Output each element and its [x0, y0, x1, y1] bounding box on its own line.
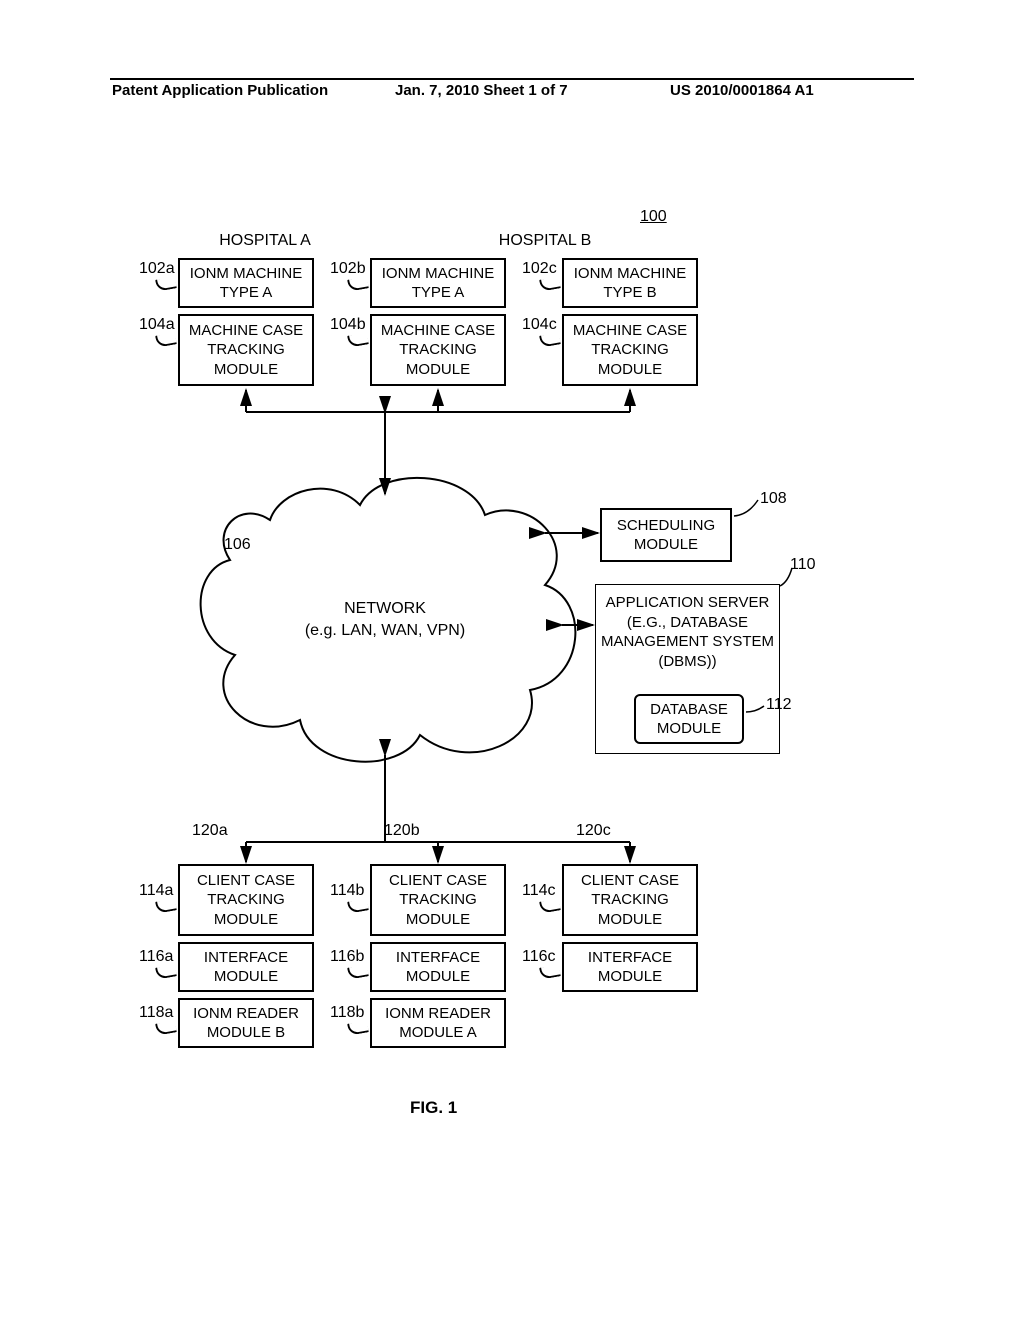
interface-b: INTERFACEMODULE — [370, 942, 506, 992]
scheduling-module: SCHEDULINGMODULE — [600, 508, 732, 562]
tick-114a — [155, 898, 177, 913]
page: Patent Application Publication Jan. 7, 2… — [0, 0, 1024, 1320]
tick-104c — [539, 332, 561, 347]
machine-track-c: MACHINE CASETRACKINGMODULE — [562, 314, 698, 386]
tick-102b — [347, 276, 369, 291]
interface-a: INTERFACEMODULE — [178, 942, 314, 992]
ref-116a: 116a — [139, 948, 173, 966]
tick-116c — [539, 964, 561, 979]
ref-100: 100 — [640, 208, 667, 226]
tick-116a — [155, 964, 177, 979]
ionm-machine-a: IONM MACHINETYPE A — [178, 258, 314, 308]
tick-114b — [347, 898, 369, 913]
client-track-b: CLIENT CASETRACKINGMODULE — [370, 864, 506, 936]
ref-120a: 120a — [192, 822, 228, 840]
client-track-a: CLIENT CASETRACKINGMODULE — [178, 864, 314, 936]
ref-108: 108 — [760, 490, 787, 508]
tick-114c — [539, 898, 561, 913]
ref-104c: 104c — [522, 316, 557, 334]
tick-104b — [347, 332, 369, 347]
ref-114b: 114b — [330, 882, 364, 900]
ionm-machine-c: IONM MACHINETYPE B — [562, 258, 698, 308]
header-right: US 2010/0001864 A1 — [670, 82, 814, 99]
ref-120c: 120c — [576, 822, 611, 840]
tick-102c — [539, 276, 561, 291]
header-rule — [110, 78, 914, 80]
reader-a: IONM READERMODULE B — [178, 998, 314, 1048]
reader-b: IONM READERMODULE A — [370, 998, 506, 1048]
ref-102a: 102a — [139, 260, 175, 278]
figure-caption: FIG. 1 — [410, 1098, 457, 1118]
ref-118b: 118b — [330, 1004, 364, 1022]
ref-104b: 104b — [330, 316, 366, 334]
app-server-text: APPLICATION SERVER(E.G., DATABASEMANAGEM… — [601, 593, 774, 671]
ref-118a: 118a — [139, 1004, 173, 1022]
hospital-b-label: HOSPITAL B — [490, 232, 600, 250]
tick-118b — [347, 1020, 369, 1035]
ref-102c: 102c — [522, 260, 557, 278]
ref-116c: 116c — [522, 948, 556, 966]
ref-110: 110 — [790, 556, 816, 574]
tick-116b — [347, 964, 369, 979]
diagram-overlay — [0, 0, 1024, 1320]
machine-track-a: MACHINE CASETRACKINGMODULE — [178, 314, 314, 386]
ref-116b: 116b — [330, 948, 364, 966]
machine-track-b: MACHINE CASETRACKINGMODULE — [370, 314, 506, 386]
ionm-machine-b: IONM MACHINETYPE A — [370, 258, 506, 308]
tick-118a — [155, 1020, 177, 1035]
tick-102a — [155, 276, 177, 291]
database-module: DATABASEMODULE — [634, 694, 744, 744]
ref-120b: 120b — [384, 822, 420, 840]
tick-104a — [155, 332, 177, 347]
header-mid: Jan. 7, 2010 Sheet 1 of 7 — [395, 82, 568, 99]
client-track-c: CLIENT CASETRACKINGMODULE — [562, 864, 698, 936]
header-left: Patent Application Publication — [112, 82, 328, 99]
ref-114c: 114c — [522, 882, 556, 900]
ref-106: 106 — [224, 536, 251, 554]
interface-c: INTERFACEMODULE — [562, 942, 698, 992]
ref-104a: 104a — [139, 316, 175, 334]
ref-112: 112 — [766, 696, 792, 714]
hospital-a-label: HOSPITAL A — [210, 232, 320, 250]
ref-102b: 102b — [330, 260, 366, 278]
network-label: NETWORK(e.g. LAN, WAN, VPN) — [290, 598, 480, 643]
ref-114a: 114a — [139, 882, 173, 900]
